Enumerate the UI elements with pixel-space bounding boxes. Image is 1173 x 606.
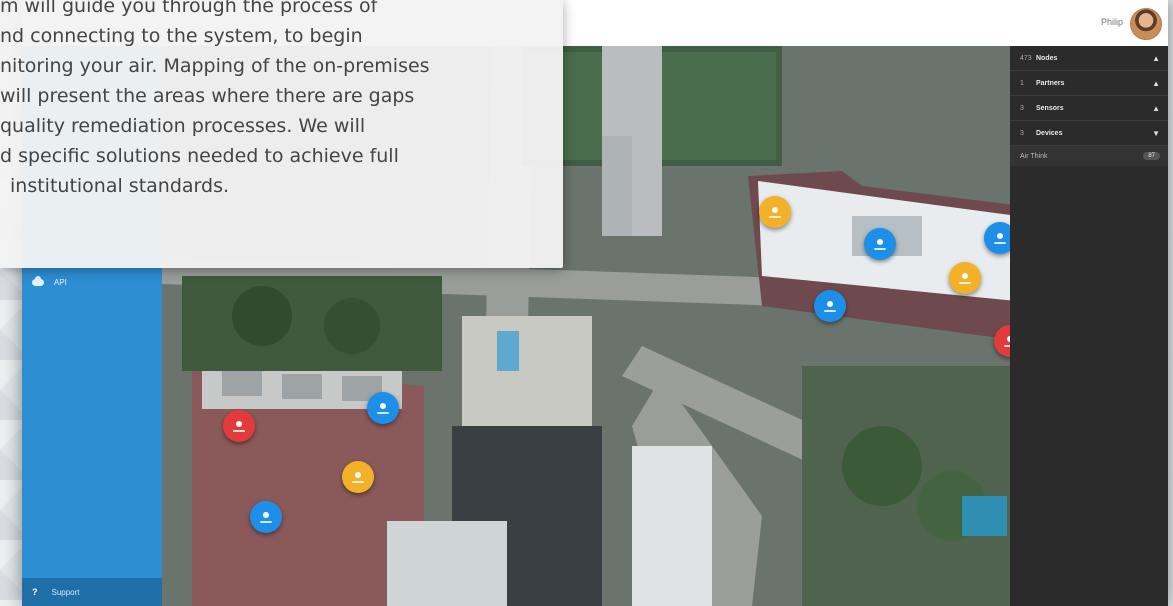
chevron-up-icon[interactable]: ▲: [1152, 54, 1160, 63]
air-think-label: Air Think: [1020, 152, 1048, 160]
cloud-icon: [32, 276, 44, 286]
avatar[interactable]: [1130, 8, 1162, 40]
panel-section-sensors[interactable]: 3 Sensors ▲: [1010, 96, 1168, 121]
intro-line: m will guide you through the process of: [0, 0, 378, 17]
sensor-marker-good[interactable]: [984, 222, 1010, 254]
chevron-up-icon[interactable]: ▲: [1152, 104, 1160, 113]
partners-label: Partners: [1036, 79, 1065, 87]
intro-text: m will guide you through the process of …: [0, 0, 545, 201]
support-button[interactable]: ? Support: [22, 578, 162, 606]
intro-line: will present the areas where there are g…: [0, 85, 415, 107]
sidebar-item-label: API: [54, 278, 67, 287]
sidebar-item-api[interactable]: API: [32, 276, 67, 287]
intro-line: nitoring your air. Mapping of the on-pre…: [0, 55, 430, 77]
user-name[interactable]: Philip: [1101, 17, 1123, 27]
right-panel: 473 Nodes ▲ 1 Partners ▲ 3 Sensors ▲ 3 D…: [1010, 46, 1168, 606]
sensors-count: 3: [1020, 104, 1024, 112]
devices-count: 3: [1020, 129, 1024, 137]
panel-section-nodes[interactable]: 473 Nodes ▲: [1010, 46, 1168, 71]
partners-count: 1: [1020, 79, 1024, 87]
chevron-down-icon[interactable]: ▼: [1152, 129, 1160, 138]
devices-label: Devices: [1036, 129, 1063, 137]
sensor-marker-good[interactable]: [864, 228, 896, 260]
nodes-count: 473: [1020, 54, 1032, 62]
panel-section-devices[interactable]: 3 Devices ▼: [1010, 121, 1168, 146]
sensor-marker-warning[interactable]: [759, 196, 791, 228]
intro-text-card: m will guide you through the process of …: [0, 0, 563, 268]
chevron-up-icon[interactable]: ▲: [1152, 79, 1160, 88]
intro-line: d specific solutions needed to achieve f…: [0, 145, 399, 167]
sensor-marker-good[interactable]: [814, 290, 846, 322]
sensor-marker-warning[interactable]: [949, 262, 981, 294]
sensor-marker-good[interactable]: [367, 392, 399, 424]
nodes-label: Nodes: [1036, 54, 1058, 62]
intro-line: nd connecting to the system, to begin: [0, 25, 363, 47]
air-think-count-badge: 87: [1143, 152, 1160, 160]
help-icon: ?: [32, 587, 38, 597]
intro-line: quality remediation processes. We will: [0, 115, 366, 137]
sensor-marker-good[interactable]: [250, 501, 282, 533]
panel-item-air-think[interactable]: Air Think 87: [1010, 146, 1168, 166]
support-label: Support: [51, 587, 80, 597]
sensor-marker-alert[interactable]: [223, 410, 255, 442]
sensors-label: Sensors: [1036, 104, 1064, 112]
sensor-marker-warning[interactable]: [342, 461, 374, 493]
panel-section-partners[interactable]: 1 Partners ▲: [1010, 71, 1168, 96]
intro-line: institutional standards.: [10, 175, 230, 197]
